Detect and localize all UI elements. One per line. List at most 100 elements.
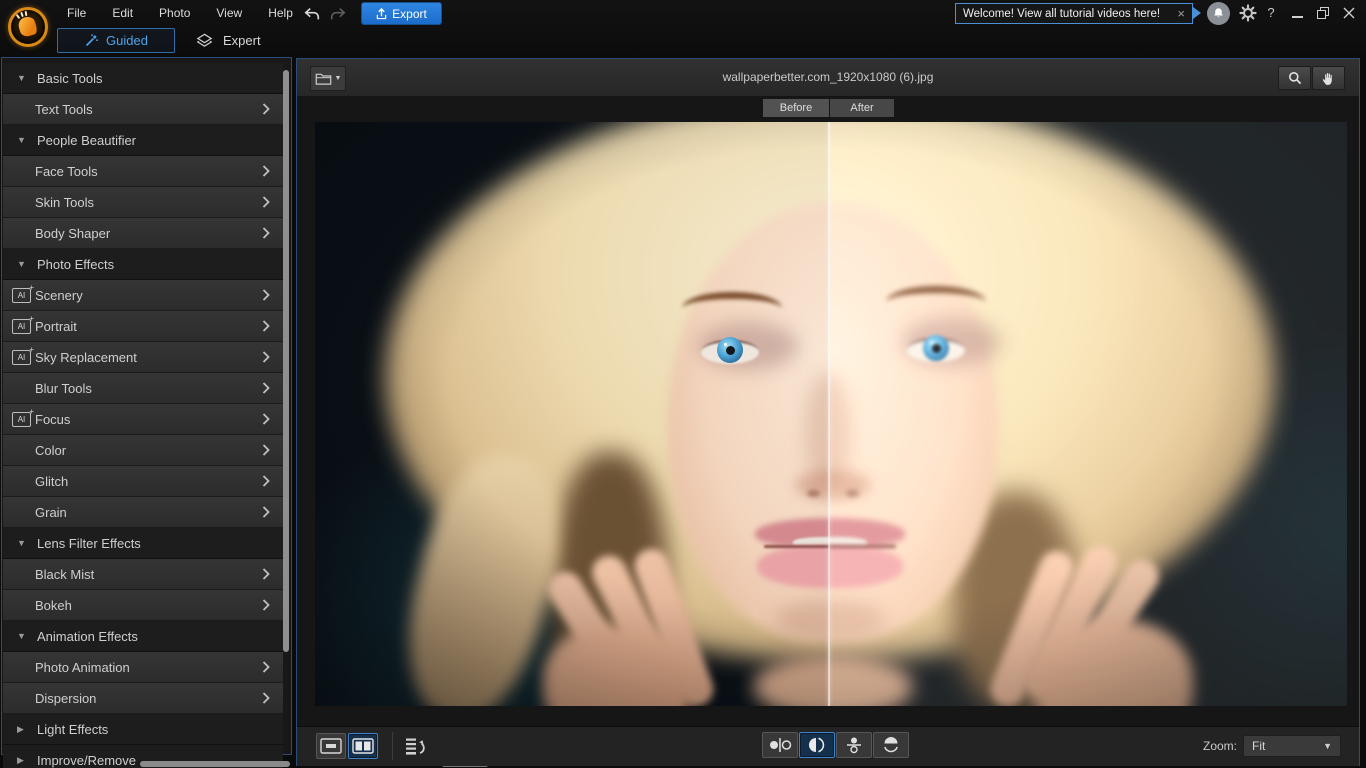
sidebar-item-basic-tools[interactable]: ▼Basic Tools bbox=[3, 63, 283, 94]
tab-before[interactable]: Before bbox=[763, 99, 829, 117]
ai-badge-icon: AI bbox=[12, 350, 31, 365]
chevron-right-icon bbox=[262, 103, 270, 115]
sidebar-item-bokeh[interactable]: Bokeh bbox=[3, 590, 283, 621]
sidebar-item-blur-tools[interactable]: Blur Tools bbox=[3, 373, 283, 404]
chevron-right-icon bbox=[262, 661, 270, 673]
adjustment-history-button[interactable] bbox=[401, 733, 431, 759]
menu-edit[interactable]: Edit bbox=[99, 0, 146, 27]
sidebar-item-lens-filter-effects[interactable]: ▼Lens Filter Effects bbox=[3, 528, 283, 559]
hand-icon bbox=[1321, 71, 1336, 86]
sidebar-item-dispersion[interactable]: Dispersion bbox=[3, 683, 283, 714]
ai-badge-icon: AI bbox=[12, 412, 31, 427]
chevron-right-icon bbox=[262, 165, 270, 177]
sidebar-item-label: Photo Animation bbox=[35, 660, 130, 675]
layers-icon bbox=[194, 31, 215, 51]
compare-side-by-side-button[interactable] bbox=[762, 732, 798, 758]
export-button[interactable]: Export bbox=[362, 3, 441, 24]
minimize-button[interactable] bbox=[1286, 3, 1308, 23]
sidebar-item-animation-effects[interactable]: ▼Animation Effects bbox=[3, 621, 283, 652]
sidebar-item-label: Animation Effects bbox=[37, 629, 138, 644]
close-button[interactable] bbox=[1338, 3, 1360, 23]
sidebar-item-photo-effects[interactable]: ▼Photo Effects bbox=[3, 249, 283, 280]
welcome-tooltip-text: Welcome! View all tutorial videos here! bbox=[963, 8, 1160, 20]
sidebar-item-text-tools[interactable]: Text Tools bbox=[3, 94, 283, 125]
sidebar-item-label: Black Mist bbox=[35, 567, 94, 582]
sidebar-item-label: Face Tools bbox=[35, 164, 98, 179]
compare-top-bottom-button[interactable] bbox=[836, 732, 872, 758]
tools-list: ▼Basic ToolsText Tools▼People Beautifier… bbox=[3, 63, 283, 768]
redo-icon bbox=[329, 6, 347, 22]
settings-button[interactable] bbox=[1239, 4, 1257, 22]
chevron-right-icon bbox=[262, 444, 270, 456]
redo-button[interactable] bbox=[327, 4, 349, 23]
help-button[interactable]: ? bbox=[1265, 5, 1277, 20]
magic-wand-icon bbox=[84, 33, 99, 48]
sidebar-item-label: Improve/Remove bbox=[37, 753, 136, 768]
sidebar-hscrollbar-thumb[interactable] bbox=[140, 761, 290, 767]
zoom-level-dropdown[interactable]: Fit ▼ bbox=[1243, 735, 1341, 757]
undo-button[interactable] bbox=[301, 4, 323, 23]
photo-canvas[interactable] bbox=[315, 122, 1347, 706]
sidebar-item-glitch[interactable]: Glitch bbox=[3, 466, 283, 497]
split-view-button[interactable] bbox=[348, 733, 378, 759]
tab-guided-label: Guided bbox=[106, 33, 148, 48]
sidebar-item-label: Color bbox=[35, 443, 66, 458]
menu-view[interactable]: View bbox=[203, 0, 255, 27]
pan-tool-button[interactable] bbox=[1312, 66, 1345, 90]
compare-split-top-bottom-button[interactable] bbox=[873, 732, 909, 758]
tab-guided[interactable]: Guided bbox=[57, 28, 175, 53]
menu-file[interactable]: File bbox=[54, 0, 99, 27]
tooltip-close-icon[interactable]: × bbox=[1177, 7, 1185, 20]
tooltip-arrow bbox=[1193, 7, 1201, 19]
sidebar-item-light-effects[interactable]: ▶Light Effects bbox=[3, 714, 283, 745]
tab-expert[interactable]: Expert bbox=[188, 28, 267, 53]
menu-help[interactable]: Help bbox=[255, 0, 306, 27]
sidebar-item-sky-replacement[interactable]: AI Sky Replacement bbox=[3, 342, 283, 373]
gear-icon bbox=[1239, 4, 1257, 22]
preview-panel: ▼ wallpaperbetter.com_1920x1080 (6).jpg … bbox=[296, 58, 1360, 766]
notifications-button[interactable] bbox=[1207, 2, 1230, 25]
preview-topbar: ▼ wallpaperbetter.com_1920x1080 (6).jpg bbox=[297, 59, 1359, 97]
sidebar-item-body-shaper[interactable]: Body Shaper bbox=[3, 218, 283, 249]
sidebar-item-label: Focus bbox=[35, 412, 70, 427]
menu-photo[interactable]: Photo bbox=[146, 0, 203, 27]
sidebar-item-people-beautifier[interactable]: ▼People Beautifier bbox=[3, 125, 283, 156]
sidebar-item-label: Skin Tools bbox=[35, 195, 94, 210]
tools-sidebar: ▼Basic ToolsText Tools▼People Beautifier… bbox=[1, 57, 292, 755]
chevron-right-icon bbox=[262, 351, 270, 363]
sidebar-vscrollbar-thumb[interactable] bbox=[283, 70, 289, 652]
chevron-right-icon bbox=[262, 599, 270, 611]
compare-split-line[interactable] bbox=[828, 122, 830, 706]
restore-button[interactable] bbox=[1312, 3, 1334, 23]
sidebar-item-label: Sky Replacement bbox=[35, 350, 137, 365]
zoom-tool-button[interactable] bbox=[1278, 66, 1311, 90]
magnifier-icon bbox=[1287, 70, 1303, 86]
sidebar-item-scenery[interactable]: AIScenery bbox=[3, 280, 283, 311]
sidebar-item-label: Bokeh bbox=[35, 598, 72, 613]
sidebar-item-focus[interactable]: AI Focus bbox=[3, 404, 283, 435]
header-bar: FileEditPhotoViewHelp Export Guided Expe… bbox=[0, 0, 1366, 57]
zoom-level-value: Fit bbox=[1252, 739, 1265, 753]
history-list-icon bbox=[404, 736, 428, 756]
sidebar-item-black-mist[interactable]: Black Mist bbox=[3, 559, 283, 590]
photodirector-logo-icon bbox=[8, 7, 48, 47]
sidebar-item-face-tools[interactable]: Face Tools bbox=[3, 156, 283, 187]
chevron-right-icon bbox=[262, 289, 270, 301]
compare-split-left-right-button[interactable] bbox=[799, 732, 835, 758]
single-view-button[interactable] bbox=[316, 733, 346, 759]
sidebar-item-label: Portrait bbox=[35, 319, 77, 334]
undo-icon bbox=[303, 6, 321, 22]
sidebar-item-portrait[interactable]: AIPortrait bbox=[3, 311, 283, 342]
photodirector-window: FileEditPhotoViewHelp Export Guided Expe… bbox=[0, 0, 1366, 768]
triangle-down-icon: ▼ bbox=[17, 135, 27, 145]
sidebar-item-label: Scenery bbox=[35, 288, 83, 303]
restore-icon bbox=[1317, 7, 1329, 19]
side-by-side-icon bbox=[767, 736, 793, 754]
toolbar-separator bbox=[392, 732, 393, 760]
sidebar-item-grain[interactable]: Grain bbox=[3, 497, 283, 528]
sidebar-item-label: Basic Tools bbox=[37, 71, 103, 86]
sidebar-item-photo-animation[interactable]: Photo Animation bbox=[3, 652, 283, 683]
tab-after[interactable]: After bbox=[830, 99, 894, 117]
sidebar-item-color[interactable]: Color bbox=[3, 435, 283, 466]
sidebar-item-skin-tools[interactable]: Skin Tools bbox=[3, 187, 283, 218]
